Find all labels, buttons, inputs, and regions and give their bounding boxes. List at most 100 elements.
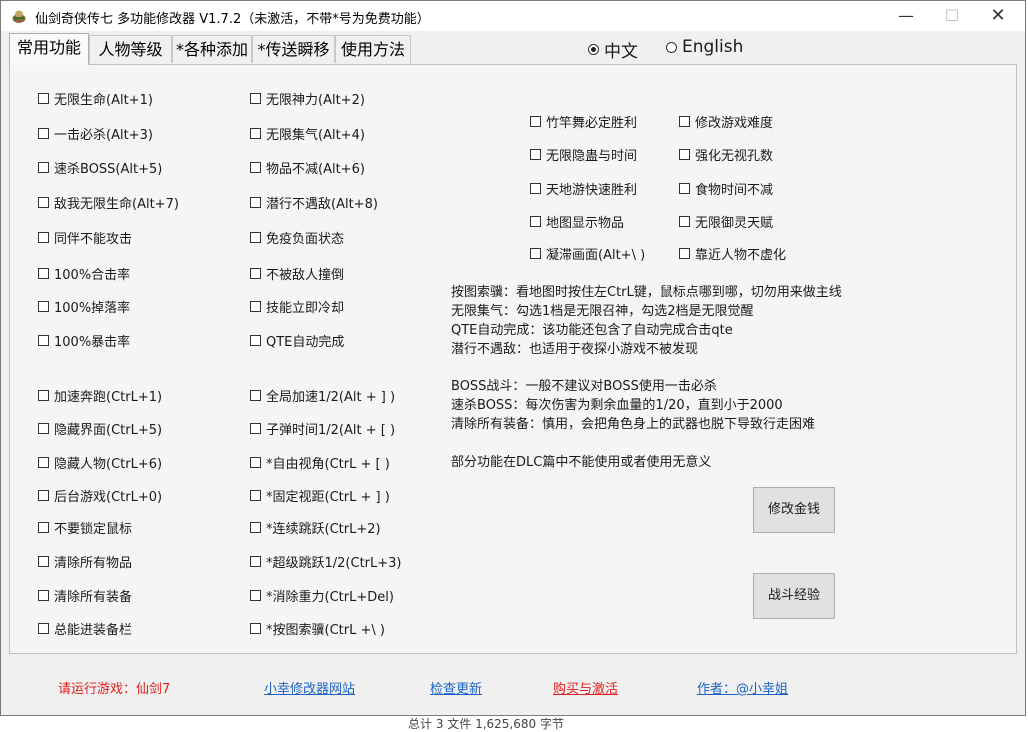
option-label: 不被敌人撞倒 [266, 267, 345, 283]
option-label: 竹竿舞必定胜利 [546, 115, 638, 131]
option-checkbox[interactable]: 隐藏界面(CtrL+5) [38, 419, 163, 438]
checkbox-icon [38, 456, 49, 468]
check-update-link[interactable]: 检查更新 [430, 678, 482, 697]
option-checkbox[interactable]: 强化无视孔数 [679, 145, 774, 164]
checkbox-icon [38, 92, 49, 104]
buy-activate-link[interactable]: 购买与激活 [553, 678, 618, 697]
author-link[interactable]: 作者：@小幸姐 [697, 678, 788, 697]
language-chinese[interactable]: 中文 [588, 37, 638, 62]
option-checkbox[interactable]: 天地游快速胜利 [530, 179, 637, 198]
option-checkbox[interactable]: 同伴不能攻击 [38, 228, 132, 247]
option-checkbox[interactable]: 凝滞画面(Alt+\ ) [530, 244, 645, 263]
option-checkbox[interactable]: *按图索骥(CtrL +\ ) [250, 619, 385, 638]
option-checkbox[interactable]: 物品不减(Alt+6) [250, 158, 365, 177]
checkbox-icon [530, 115, 541, 127]
option-checkbox[interactable]: 免疫负面状态 [250, 228, 344, 247]
option-checkbox[interactable]: 后台游戏(CtrL+0) [38, 486, 162, 505]
option-checkbox[interactable]: 无限生命(Alt+1) [38, 89, 153, 108]
option-checkbox[interactable]: 清除所有物品 [38, 552, 133, 571]
option-checkbox[interactable]: 清除所有装备 [38, 586, 132, 605]
tab-teleport[interactable]: *传送瞬移 [252, 35, 335, 63]
checkbox-icon [38, 161, 49, 173]
option-label: QTE自动完成 [266, 334, 345, 350]
option-checkbox[interactable]: 100%合击率 [38, 264, 130, 283]
website-link[interactable]: 小幸修改器网站 [264, 678, 355, 697]
option-checkbox[interactable]: 速杀BOSS(Alt+5) [38, 158, 162, 177]
radio-checked-icon [588, 44, 599, 55]
option-checkbox[interactable]: 100%暴击率 [38, 331, 130, 350]
option-checkbox[interactable]: *超级跳跃1/2(CtrL+3) [250, 552, 402, 571]
checkbox-icon [250, 92, 261, 104]
usage-notes-1: 按图索骥：看地图时按住左CtrL键，鼠标点哪到哪，切勿用来做主线 无限集气：勾选… [451, 283, 842, 359]
note-line: 清除所有装备：慎用，会把角色身上的武器也脱下导致行走困难 [451, 417, 816, 432]
checkbox-icon [679, 215, 690, 227]
game-status-text: 请运行游戏：仙剑7 [58, 682, 171, 697]
option-label: 子弹时间1/2(Alt + [ ) [266, 422, 396, 438]
checkbox-icon [38, 589, 49, 601]
note-line: QTE自动完成：该功能还包含了自动完成合击qte [451, 323, 733, 338]
checkbox-icon [250, 489, 261, 501]
title-bar[interactable]: 仙剑奇侠传七 多功能修改器 V1.7.2（未激活，不带*号为免费功能） — ☐ … [1, 1, 1025, 31]
tab-usage[interactable]: 使用方法 [335, 35, 411, 63]
checkbox-icon [679, 247, 690, 259]
option-checkbox[interactable]: 100%掉落率 [38, 297, 130, 316]
option-label: *按图索骥(CtrL +\ ) [266, 622, 385, 638]
note-line: 无限集气：勾选1档是无限召神，勾选2档是无限觉醒 [451, 304, 754, 319]
option-checkbox[interactable]: 无限神力(Alt+2) [250, 89, 365, 108]
tab-character-level[interactable]: 人物等级 [89, 35, 172, 63]
checkbox-icon [679, 148, 690, 160]
option-label: *超级跳跃1/2(CtrL+3) [266, 555, 402, 571]
option-checkbox[interactable]: *消除重力(CtrL+Del) [250, 586, 394, 605]
checkbox-icon [250, 589, 261, 601]
option-checkbox[interactable]: 敌我无限生命(Alt+7) [38, 193, 179, 212]
option-checkbox[interactable]: 修改游戏难度 [679, 112, 773, 131]
checkbox-icon [250, 622, 261, 634]
option-checkbox[interactable]: 无限御灵天赋 [679, 212, 774, 231]
note-line: BOSS战斗：一般不建议对BOSS使用一击必杀 [451, 379, 717, 394]
option-checkbox[interactable]: 子弹时间1/2(Alt + [ ) [250, 419, 396, 438]
language-english-label: English [682, 37, 744, 57]
option-checkbox[interactable]: 无限隐蛊与时间 [530, 145, 637, 164]
option-checkbox[interactable]: 竹竿舞必定胜利 [530, 112, 638, 131]
option-checkbox[interactable]: 全局加速1/2(Alt + ] ) [250, 386, 395, 405]
option-checkbox[interactable]: 总能进装备栏 [38, 619, 132, 638]
option-checkbox[interactable]: *连续跳跃(CtrL+2) [250, 518, 381, 537]
option-label: 无限生命(Alt+1) [54, 92, 153, 108]
common-functions-panel [9, 64, 1017, 654]
option-checkbox[interactable]: 技能立即冷却 [250, 297, 344, 316]
option-label: *消除重力(CtrL+Del) [266, 589, 394, 605]
option-checkbox[interactable]: *自由视角(CtrL + [ ) [250, 453, 390, 472]
option-checkbox[interactable]: *固定视距(CtrL + ] ) [250, 486, 390, 505]
option-label: *连续跳跃(CtrL+2) [266, 521, 381, 537]
usage-notes-2: BOSS战斗：一般不建议对BOSS使用一击必杀 速杀BOSS：每次伤害为剩余血量… [451, 377, 815, 434]
option-checkbox[interactable]: QTE自动完成 [250, 331, 345, 350]
checkbox-icon [38, 300, 49, 312]
option-label: 不要锁定鼠标 [54, 521, 133, 537]
usage-notes-3: 部分功能在DLC篇中不能使用或者使用无意义 [451, 453, 711, 472]
tab-common[interactable]: 常用功能 [9, 33, 89, 65]
option-label: 清除所有物品 [54, 555, 133, 571]
option-checkbox[interactable]: 无限集气(Alt+4) [250, 124, 365, 143]
option-checkbox[interactable]: 食物时间不减 [679, 179, 774, 198]
language-english[interactable]: English [666, 37, 743, 57]
option-checkbox[interactable]: 不要锁定鼠标 [38, 518, 133, 537]
minimize-button[interactable]: — [883, 1, 929, 31]
option-checkbox[interactable]: 靠近人物不虚化 [679, 244, 786, 263]
option-label: 强化无视孔数 [695, 148, 774, 164]
battle-exp-button[interactable]: 战斗经验 [753, 573, 835, 619]
close-button[interactable]: ✕ [975, 1, 1021, 31]
option-label: 潜行不遇敌(Alt+8) [266, 196, 378, 212]
checkbox-icon [38, 422, 49, 434]
option-checkbox[interactable]: 隐藏人物(CtrL+6) [38, 453, 162, 472]
maximize-button[interactable]: ☐ [929, 1, 975, 31]
modify-money-button[interactable]: 修改金钱 [753, 487, 835, 533]
option-label: 无限御灵天赋 [695, 215, 774, 231]
option-checkbox[interactable]: 地图显示物品 [530, 212, 624, 231]
option-checkbox[interactable]: 加速奔跑(CtrL+1) [38, 386, 162, 405]
option-checkbox[interactable]: 不被敌人撞倒 [250, 264, 345, 283]
option-label: 隐藏界面(CtrL+5) [54, 422, 163, 438]
option-label: 食物时间不减 [695, 182, 774, 198]
tab-add-items[interactable]: *各种添加 [172, 35, 252, 63]
option-checkbox[interactable]: 一击必杀(Alt+3) [38, 124, 153, 143]
option-checkbox[interactable]: 潜行不遇敌(Alt+8) [250, 193, 378, 212]
